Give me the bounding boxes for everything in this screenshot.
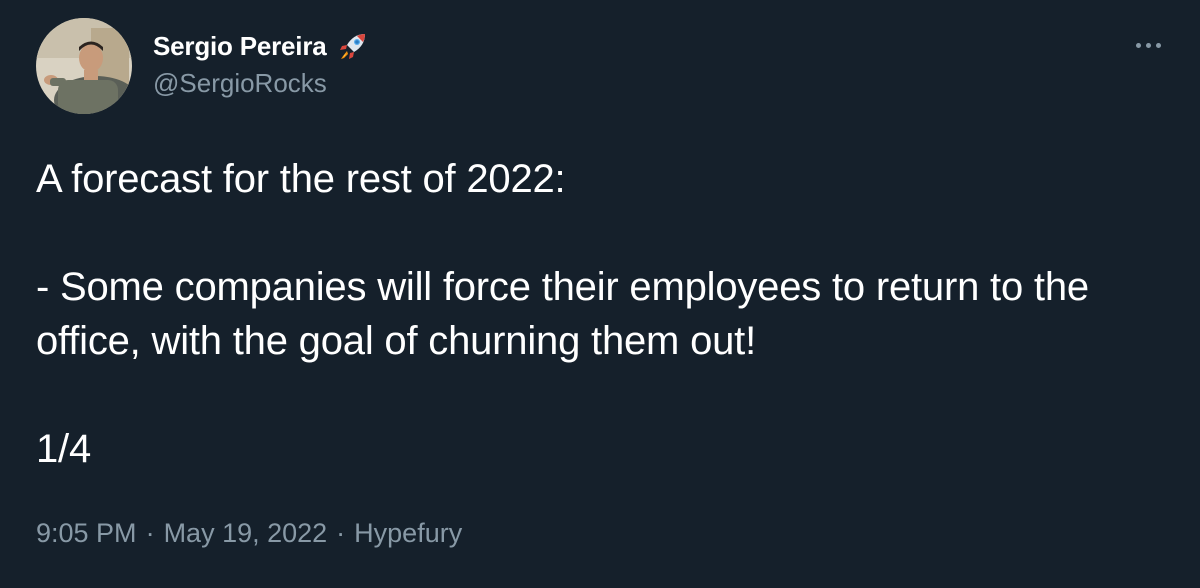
display-name[interactable]: Sergio Pereira <box>153 31 327 62</box>
separator: · <box>336 518 346 548</box>
tweet-text: A forecast for the rest of 2022: - Some … <box>36 152 1176 476</box>
rocket-icon <box>337 30 369 62</box>
more-options-icon[interactable] <box>1128 30 1168 60</box>
author-name-row[interactable]: Sergio Pereira <box>153 28 369 64</box>
tweet-line: A forecast for the rest of 2022: <box>36 157 566 201</box>
tweet-line: 1/4 <box>36 427 92 471</box>
avatar-photo <box>36 18 132 114</box>
user-handle[interactable]: @SergioRocks <box>153 68 327 99</box>
tweet-card: Sergio Pereira @SergioRocks A forecast f… <box>0 0 1200 588</box>
avatar[interactable] <box>36 18 132 114</box>
separator: · <box>145 518 155 548</box>
tweet-metadata: 9:05 PM · May 19, 2022 · Hypefury <box>36 518 462 549</box>
tweet-source[interactable]: Hypefury <box>354 518 462 549</box>
tweet-time[interactable]: 9:05 PM <box>36 518 137 549</box>
tweet-date[interactable]: May 19, 2022 <box>164 518 328 549</box>
tweet-line: - Some companies will force their employ… <box>36 265 1089 363</box>
